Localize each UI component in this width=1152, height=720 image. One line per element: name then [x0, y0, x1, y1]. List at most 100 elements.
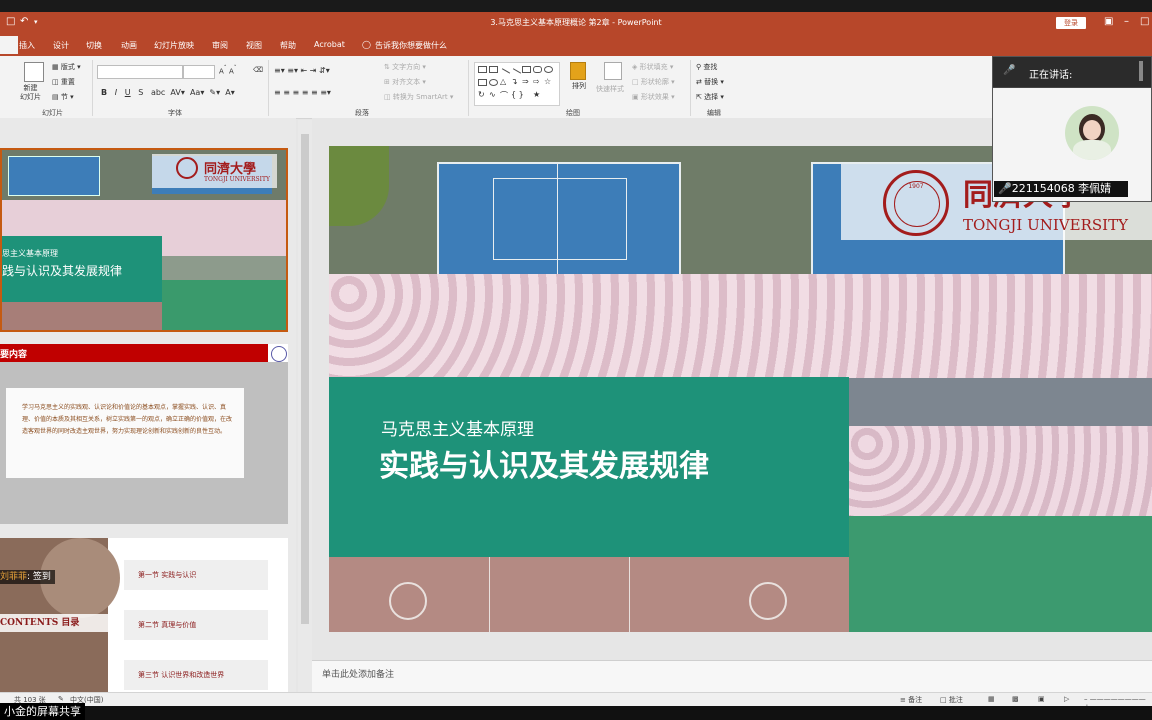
slide-thumbnail-2[interactable]: 要内容 学习马克思主义的实践观、认识论和价值论的基本观点，掌握实践、认识、真理、… — [0, 344, 288, 524]
group-font-label: 字体 — [168, 109, 182, 117]
new-slide-icon[interactable] — [24, 62, 44, 82]
speaker-avatar — [1065, 106, 1119, 160]
shape-textbox-icon[interactable] — [478, 66, 487, 73]
shape-star-icon[interactable]: ★ — [533, 90, 540, 99]
slideshow-icon[interactable]: ▷ — [1064, 695, 1069, 703]
group-slides-label: 幻灯片 — [42, 109, 63, 117]
replace-button[interactable]: ⇄ 替换 ▾ — [696, 77, 724, 87]
panel-scroll-handle[interactable] — [1139, 61, 1143, 81]
tell-me-input[interactable]: 告诉我你想要做什么 — [375, 40, 447, 51]
slide-thumbnail-1[interactable]: 同濟大學 TONGJI UNIVERSITY 思主义基本原理 践与认识及其发展规… — [0, 148, 288, 332]
shape-outline-button[interactable]: □ 形状轮廓 ▾ — [632, 77, 675, 87]
shape-curve-icon[interactable]: ↻ — [478, 90, 485, 99]
scrollbar-thumb[interactable] — [301, 134, 309, 624]
tab-help[interactable]: 帮助 — [280, 40, 296, 51]
shape-rect-icon[interactable] — [478, 79, 487, 86]
clear-format-icon[interactable]: ⌫ — [253, 66, 263, 74]
shape-arrow-icon[interactable]: ⇨ — [533, 77, 540, 86]
maximize-icon[interactable]: □ — [1140, 16, 1149, 27]
layout-button[interactable]: ▦ 版式 ▾ — [52, 62, 81, 72]
grow-font-icon[interactable]: Aˆ Aˇ — [219, 66, 237, 75]
title-box[interactable]: 马克思主义基本原理 实践与认识及其发展规律 — [329, 377, 849, 557]
spellcheck-icon[interactable]: ✎ — [58, 695, 64, 703]
shape-triangle-icon[interactable]: △ — [500, 77, 506, 86]
slide-thumbnails-panel: 同濟大學 TONGJI UNIVERSITY 思主义基本原理 践与认识及其发展规… — [0, 118, 296, 692]
reset-label: 重置 — [60, 78, 75, 86]
group-editing-label: 编辑 — [707, 109, 721, 117]
shape-circle-icon[interactable] — [489, 79, 498, 86]
quick-styles-icon[interactable] — [604, 62, 622, 80]
lightbulb-icon: ◯ — [362, 40, 371, 49]
shape-fill-button[interactable]: ◈ 形状填充 ▾ — [632, 62, 673, 72]
shape-arrow-right-icon[interactable]: ⇒ — [522, 77, 529, 86]
shape-arc-icon[interactable]: ⌒ — [500, 90, 508, 101]
section-button[interactable]: ▤ 节 ▾ — [52, 92, 74, 102]
slide-sorter-icon[interactable]: ▩ — [1012, 695, 1019, 703]
slide-subtitle[interactable]: 马克思主义基本原理 — [381, 415, 534, 440]
thumb3-item: 第三节 认识世界和改造世界 — [124, 660, 268, 690]
slide-title[interactable]: 实践与认识及其发展规律 — [379, 441, 709, 485]
sign-in-button[interactable]: 登录 — [1056, 17, 1086, 29]
tab-view[interactable]: 视图 — [246, 40, 262, 51]
shapes-gallery[interactable]: △ ↴ ⇒ ⇨ ☆ ↻ ∿ ⌒ { } ★ — [474, 62, 560, 106]
comments-toggle-label: 批注 — [948, 696, 963, 704]
screen-share-label: 小金的屏幕共享 — [0, 703, 85, 720]
slide-thumbnail-3[interactable]: 刘菲菲: 签到 CONTENTS 目录 第一节 实践与认识 第二节 真理与价值 … — [0, 538, 288, 692]
shape-oval-icon[interactable] — [544, 66, 553, 73]
find-button[interactable]: ⚲ 查找 — [696, 62, 717, 72]
thumbnail-scrollbar[interactable] — [298, 120, 312, 692]
normal-view-icon[interactable]: ▦ — [988, 695, 995, 703]
current-slide[interactable]: 1907 同濟大學 TONGJI UNIVERSITY 马克思主义基本原理 实践… — [329, 146, 1152, 632]
shape-connector-icon[interactable]: ↴ — [511, 77, 518, 86]
shape-effects-button[interactable]: ▣ 形状效果 ▾ — [632, 92, 675, 102]
arrange-button[interactable]: 排列 — [572, 82, 586, 91]
shape-roundrect-icon[interactable] — [533, 66, 542, 73]
arrange-icon[interactable] — [570, 62, 586, 80]
select-button[interactable]: ⇱ 选择 ▾ — [696, 92, 724, 102]
tab-slideshow[interactable]: 幻灯片放映 — [154, 40, 194, 51]
avatar-face — [1083, 120, 1101, 140]
shape-wave-icon[interactable]: ∿ — [489, 90, 496, 99]
new-slide-button[interactable]: 新建 幻灯片 — [20, 84, 41, 102]
replace-label: 替换 — [704, 78, 719, 86]
shape-textbox-icon[interactable] — [489, 66, 498, 73]
reset-button[interactable]: ◫ 重置 — [52, 77, 75, 87]
ribbon-display-icon[interactable]: ▣ — [1104, 16, 1113, 27]
shape-star-icon[interactable]: ☆ — [544, 77, 551, 86]
tab-transitions[interactable]: 切换 — [86, 40, 102, 51]
tab-animations[interactable]: 动画 — [121, 40, 137, 51]
align-text-button[interactable]: ⊞ 对齐文本 ▾ — [384, 77, 426, 87]
court-circle — [749, 582, 787, 620]
tab-insert[interactable]: 插入 — [19, 40, 35, 51]
tab-acrobat[interactable]: Acrobat — [314, 40, 345, 49]
font-format-row[interactable]: B I U S abc AV▾ Aa▾ ✎▾ A▾ — [101, 88, 235, 97]
microphone-icon: 🎤 — [1003, 65, 1016, 76]
thumb2-content-box: 学习马克思主义的实践观、认识论和价值论的基本观点，掌握实践、认识、真理、价值的本… — [6, 388, 244, 478]
smartart-button[interactable]: ◫ 转换为 SmartArt ▾ — [384, 92, 453, 102]
top-black-strip — [0, 0, 1152, 12]
minimize-icon[interactable]: – — [1124, 16, 1129, 27]
font-name-input[interactable] — [97, 65, 183, 79]
status-bar: 共 103 张 ✎ 中文(中国) ≡ 备注 □ 批注 ▦ ▩ ▣ ▷ – ———… — [0, 692, 1152, 711]
align-buttons[interactable]: ≡ ≡ ≡ ≡ ≡ ≡▾ — [274, 88, 331, 97]
thumb-title: 践与认识及其发展规律 — [2, 264, 123, 278]
font-size-input[interactable] — [183, 65, 215, 79]
tab-review[interactable]: 审阅 — [212, 40, 228, 51]
notes-pane[interactable]: 单击此处添加备注 — [312, 660, 1152, 693]
title-bar: □ ↶ ▾ 3.马克思主义基本原理概论 第2章 - PowerPoint 登录 … — [0, 12, 1152, 34]
blossom-texture-lower — [849, 426, 1152, 516]
shape-rect-icon[interactable] — [522, 66, 531, 73]
tab-design[interactable]: 设计 — [53, 40, 69, 51]
quick-styles-button[interactable]: 快速样式 — [596, 84, 624, 94]
tab-home[interactable] — [0, 36, 18, 54]
thumb-logo-cn: 同濟大學 — [204, 162, 257, 177]
thumb3-sign: 签到 — [32, 572, 51, 582]
notes-toggle[interactable]: ≡ 备注 — [900, 695, 922, 705]
comments-toggle[interactable]: □ 批注 — [940, 695, 963, 705]
text-direction-button[interactable]: ⇅ 文字方向 ▾ — [384, 62, 426, 72]
text-direction-label: 文字方向 — [392, 63, 421, 71]
notes-placeholder[interactable]: 单击此处添加备注 — [322, 667, 394, 680]
list-buttons[interactable]: ≡▾ ≡▾ ⇤ ⇥ ⇵▾ — [274, 66, 330, 75]
shape-brace-icon[interactable]: { } — [511, 90, 524, 99]
reading-view-icon[interactable]: ▣ — [1038, 695, 1045, 703]
